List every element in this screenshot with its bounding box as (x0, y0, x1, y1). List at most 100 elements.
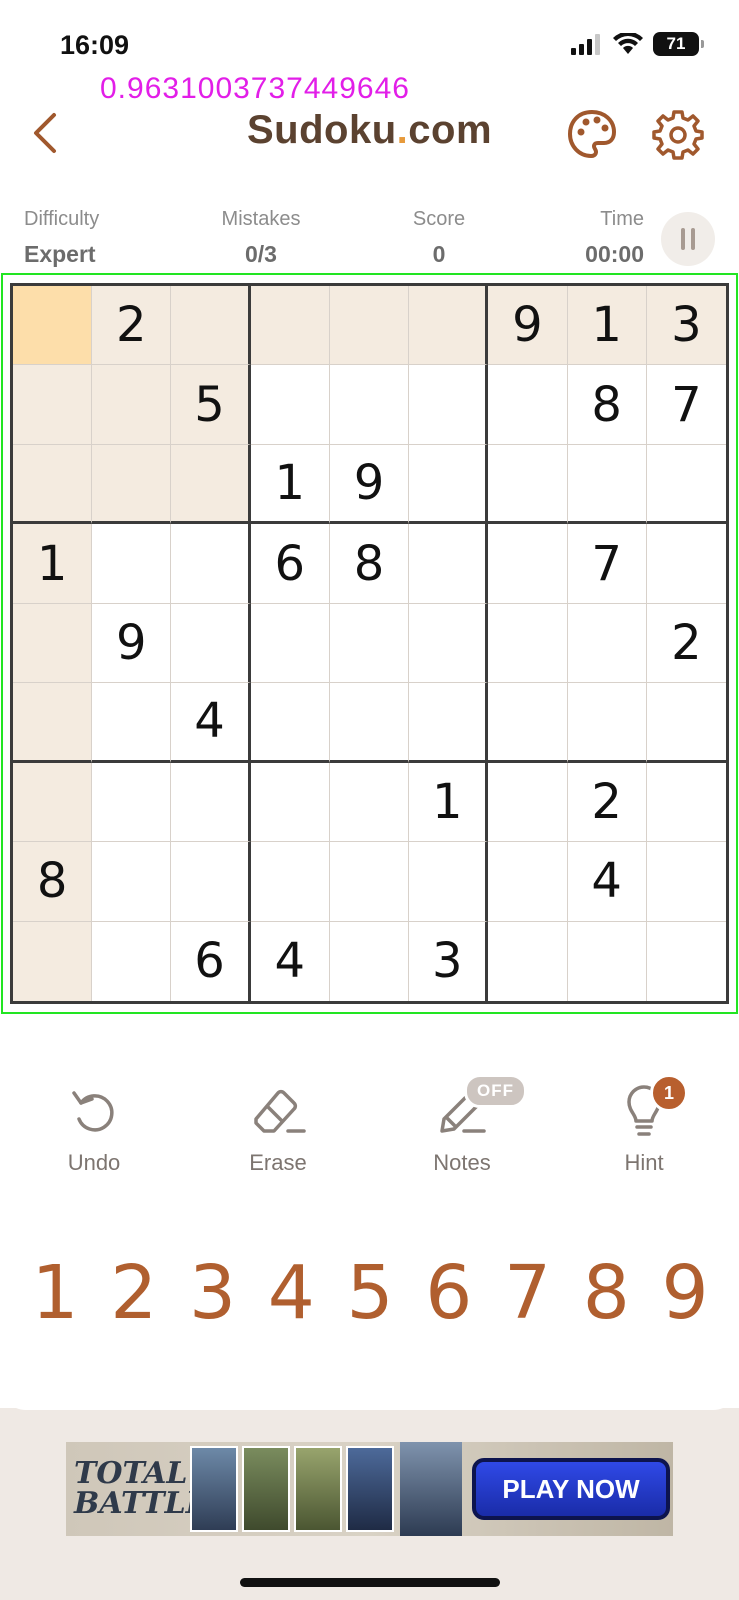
board-cell[interactable] (409, 524, 489, 604)
board-cell[interactable] (646, 445, 726, 525)
board-cell[interactable] (92, 524, 172, 604)
board-cell[interactable] (13, 683, 93, 763)
board-cell[interactable] (13, 921, 93, 1001)
board-cell[interactable] (92, 365, 172, 445)
board-cell[interactable] (250, 762, 330, 843)
board-cell[interactable]: 4 (567, 842, 647, 922)
board-cell[interactable] (488, 842, 568, 922)
board-cell[interactable]: 4 (251, 921, 330, 1001)
hint-button[interactable]: 1 Hint (584, 1074, 704, 1176)
board-cell[interactable] (488, 365, 568, 445)
undo-button[interactable]: Undo (34, 1080, 154, 1176)
board-cell[interactable] (409, 365, 489, 445)
board-cell[interactable]: 1 (567, 286, 647, 366)
board-cell[interactable] (92, 444, 172, 525)
board-cell[interactable] (250, 842, 330, 922)
number-button-2[interactable]: 2 (99, 1250, 169, 1336)
board-cell[interactable] (568, 921, 647, 1001)
theme-button[interactable] (566, 108, 618, 160)
board-cell[interactable]: 1 (409, 762, 489, 843)
board-cell[interactable] (329, 365, 410, 445)
board-cell[interactable]: 8 (329, 524, 410, 604)
number-button-5[interactable]: 5 (335, 1250, 405, 1336)
board-cell[interactable] (488, 524, 568, 604)
board-cell[interactable] (92, 842, 172, 922)
number-button-8[interactable]: 8 (571, 1250, 641, 1336)
board-cell[interactable]: 4 (171, 683, 251, 763)
settings-button[interactable] (652, 108, 704, 160)
notes-button[interactable]: OFF Notes (402, 1074, 527, 1176)
board-cell[interactable]: 9 (329, 444, 410, 525)
board-cell[interactable] (567, 683, 647, 763)
board-cell[interactable] (92, 683, 172, 763)
board-cell[interactable] (13, 365, 93, 445)
number-button-9[interactable]: 9 (650, 1250, 720, 1336)
board-cell[interactable] (330, 921, 410, 1001)
board-cell[interactable] (409, 683, 489, 763)
board-cell[interactable] (646, 842, 726, 922)
board-cell[interactable]: 2 (567, 762, 647, 843)
board-cell[interactable] (567, 444, 647, 525)
board-cell[interactable]: 2 (646, 604, 726, 684)
board-cell[interactable] (647, 922, 726, 1001)
board-cell[interactable] (488, 683, 568, 763)
number-button-1[interactable]: 1 (20, 1250, 90, 1336)
board-cell[interactable] (329, 842, 410, 922)
board-cell[interactable]: 6 (250, 524, 330, 604)
board-cell[interactable] (92, 921, 172, 1001)
board-cell[interactable] (13, 444, 93, 525)
board-cell[interactable]: 8 (13, 842, 93, 922)
board-cell[interactable]: 7 (646, 365, 726, 445)
ad-play-now-button[interactable]: PLAY NOW (472, 1458, 670, 1520)
number-button-4[interactable]: 4 (256, 1250, 326, 1336)
board-cell[interactable] (329, 762, 410, 843)
board-cell[interactable]: 1 (13, 524, 93, 604)
board-cell[interactable]: 3 (409, 921, 489, 1001)
board-cell[interactable]: 8 (567, 365, 647, 445)
board-cell[interactable]: 3 (646, 286, 726, 366)
board-cell[interactable]: 6 (171, 921, 251, 1001)
number-button-6[interactable]: 6 (414, 1250, 484, 1336)
board-cell[interactable] (13, 762, 93, 843)
number-button-7[interactable]: 7 (493, 1250, 563, 1336)
board-cell[interactable] (171, 286, 251, 366)
board-cell[interactable] (646, 683, 726, 763)
erase-button[interactable]: Erase (218, 1080, 338, 1176)
board-cell[interactable] (171, 842, 251, 922)
board-cell[interactable] (329, 603, 410, 684)
number-button-3[interactable]: 3 (178, 1250, 248, 1336)
board-cell[interactable] (171, 603, 251, 684)
board-cell[interactable]: 2 (92, 286, 172, 366)
board-cell[interactable] (92, 762, 172, 843)
board-cell[interactable] (329, 286, 410, 366)
board-cell[interactable]: 9 (92, 603, 172, 684)
board-cell[interactable]: 5 (171, 365, 251, 445)
board-cell[interactable] (171, 762, 251, 843)
ad-banner[interactable]: TOTAL BATTLE PLAY NOW (66, 1442, 673, 1536)
board-cell[interactable] (409, 444, 489, 525)
board-cell[interactable] (409, 603, 489, 684)
board-cell[interactable]: 7 (567, 524, 647, 604)
board-cell[interactable] (488, 762, 568, 843)
board-cell[interactable] (13, 286, 93, 366)
board-cell[interactable]: 9 (488, 286, 568, 366)
board-cell[interactable] (250, 365, 330, 445)
home-indicator[interactable] (240, 1578, 500, 1587)
pause-button[interactable] (661, 212, 715, 266)
board-cell[interactable]: 1 (250, 444, 330, 525)
board-cell[interactable] (567, 603, 647, 684)
board-cell[interactable] (250, 683, 330, 763)
board-cell[interactable] (409, 842, 489, 922)
board-cell[interactable] (250, 603, 330, 684)
board-cell[interactable] (488, 921, 568, 1001)
board-cell[interactable] (646, 524, 726, 604)
board-cell[interactable] (646, 763, 726, 843)
board-cell[interactable] (488, 444, 568, 525)
board-cell[interactable] (171, 444, 251, 525)
board-cell[interactable] (329, 683, 410, 763)
board-cell[interactable] (171, 524, 251, 604)
board-cell[interactable] (13, 603, 93, 684)
board-cell[interactable] (250, 286, 330, 366)
board-cell[interactable] (488, 603, 568, 684)
board-cell[interactable] (409, 286, 489, 366)
